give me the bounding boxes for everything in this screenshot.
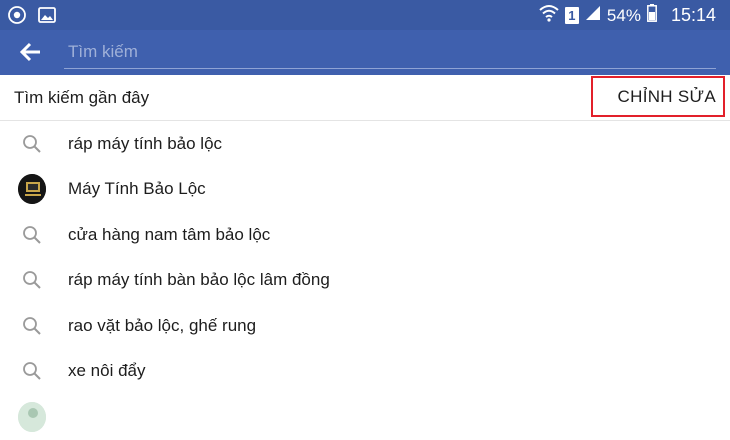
page-avatar (18, 401, 46, 432)
list-item[interactable] (0, 394, 730, 440)
search-icon (18, 221, 46, 249)
list-item-label: rao vặt bảo lộc, ghế rung (68, 315, 257, 335)
chrome-icon (8, 6, 26, 29)
search-icon (18, 266, 46, 294)
image-icon (38, 7, 56, 28)
search-field[interactable] (64, 38, 724, 69)
list-item-label: ráp máy tính bảo lộc (68, 133, 223, 153)
list-item[interactable]: ráp máy tính bảo lộc (0, 121, 730, 167)
list-item-label: Máy Tính Bảo Lộc (68, 179, 206, 199)
search-icon (18, 357, 46, 385)
avatar (18, 401, 46, 432)
list-item[interactable]: xe nôi đẩy (0, 349, 730, 395)
status-bar: 1 54% 15:14 (0, 0, 730, 30)
search-icon (18, 312, 46, 340)
edit-button[interactable]: CHỈNH SỬA (591, 76, 725, 117)
page-avatar (18, 174, 46, 205)
list-item[interactable]: rao vặt bảo lộc, ghế rung (0, 303, 730, 349)
back-arrow-icon[interactable] (19, 41, 46, 63)
list-item[interactable]: cửa hàng nam tâm bảo lộc (0, 212, 730, 258)
clock: 15:14 (670, 5, 716, 25)
battery-percent: 54% (606, 5, 641, 25)
list-item[interactable]: Máy Tính Bảo Lộc (0, 167, 730, 213)
recent-searches-title: Tìm kiếm gần đây (14, 88, 150, 107)
recent-searches-header: Tìm kiếm gần đây CHỈNH SỬA (0, 75, 730, 121)
list-item[interactable]: ráp máy tính bàn bảo lộc lâm đồng (0, 258, 730, 304)
sim-icon: 1 (564, 7, 579, 24)
avatar (18, 174, 46, 205)
app-bar (0, 30, 730, 75)
signal-icon (585, 5, 601, 26)
search-icon (18, 130, 46, 158)
list-item-label: ráp máy tính bàn bảo lộc lâm đồng (68, 270, 330, 290)
wifi-icon (539, 4, 559, 27)
recent-search-list: ráp máy tính bảo lộc Máy Tính Bảo Lộc cử… (0, 121, 730, 440)
list-item-label: cửa hàng nam tâm bảo lộc (68, 224, 271, 244)
battery-icon (647, 4, 657, 27)
search-input[interactable] (64, 38, 724, 66)
list-item-label: xe nôi đẩy (68, 361, 146, 381)
